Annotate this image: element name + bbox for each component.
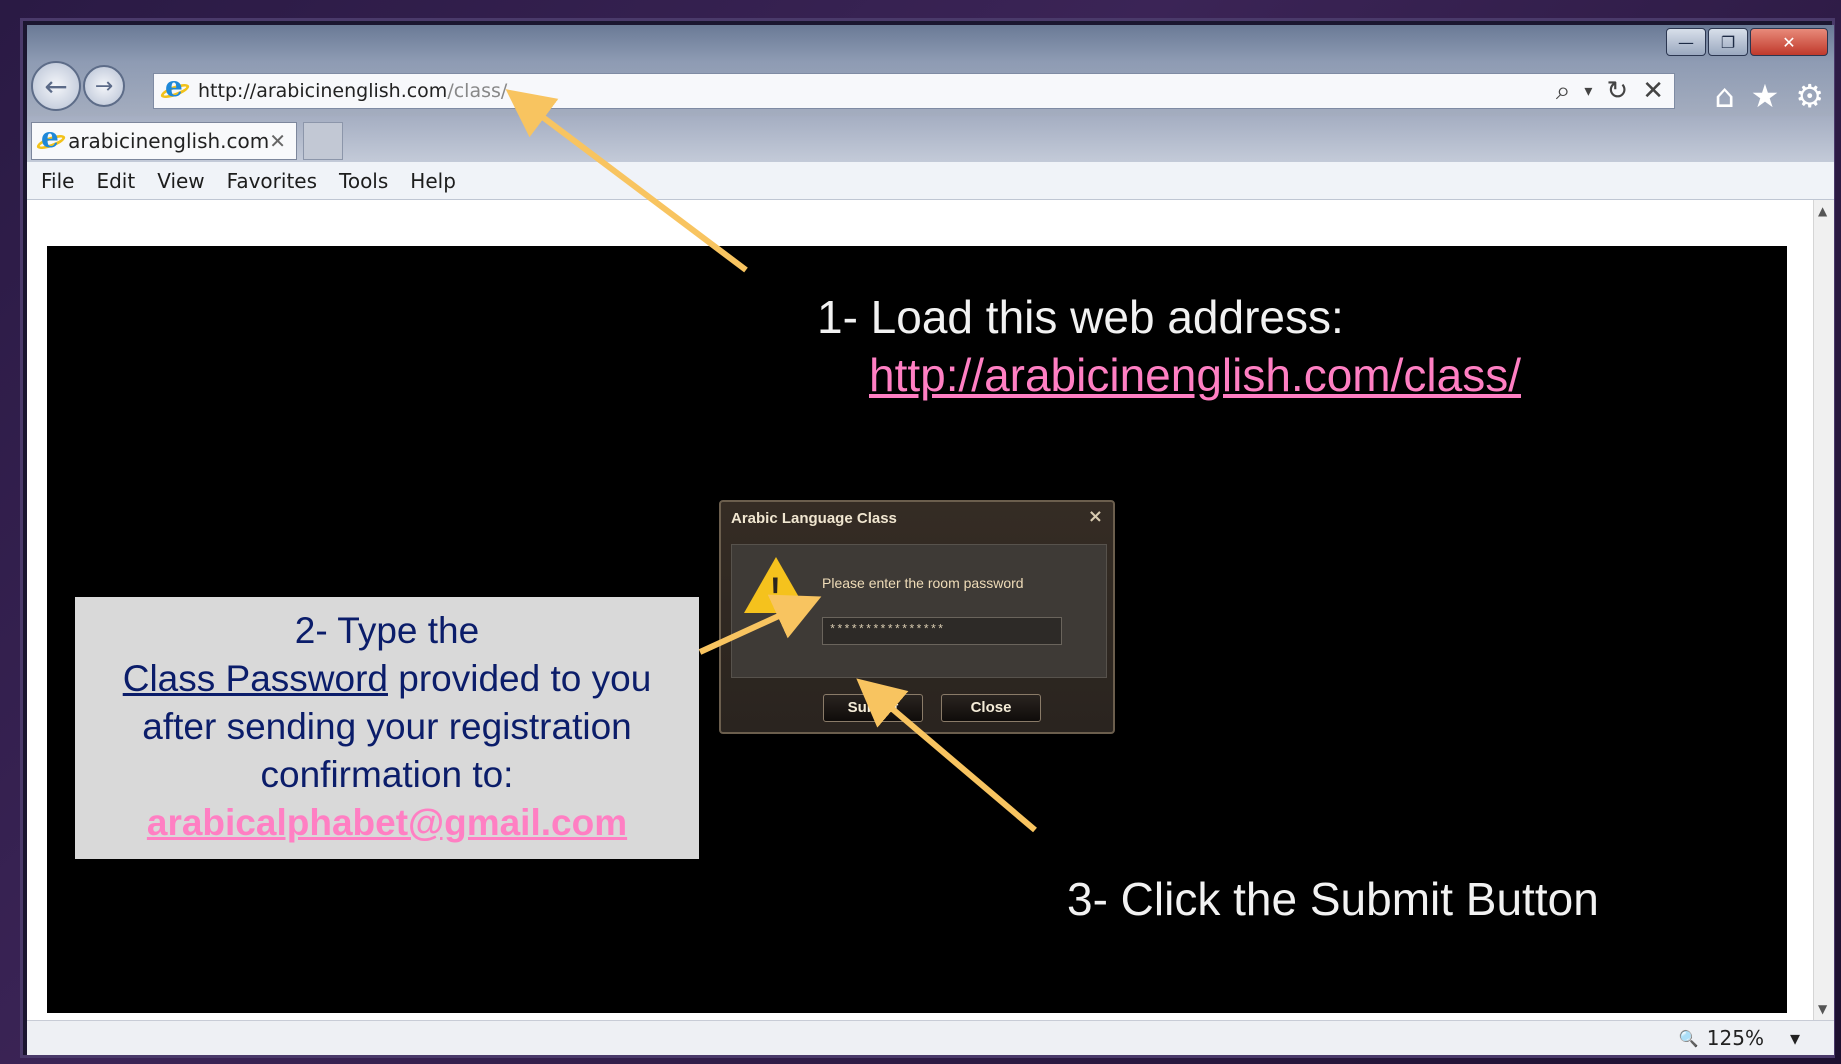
dialog-close-icon[interactable]: × [1088,506,1103,527]
dialog-message: Please enter the room password [822,575,1024,591]
tab-close-icon[interactable]: ✕ [269,129,286,153]
zoom-icon: 🔍 [1678,1028,1699,1048]
browser-toolbar: — ❐ ✕ ← → e http://arabicinenglish.com /… [27,25,1834,116]
window-controls: — ❐ ✕ [1666,28,1828,56]
vertical-scrollbar[interactable]: ▲ ▼ [1813,200,1834,1020]
new-tab-button[interactable] [303,122,343,160]
internet-explorer-icon: e [159,70,191,106]
menu-tools[interactable]: Tools [339,169,388,193]
zoom-dropdown-icon[interactable]: ▾ [1790,1026,1800,1050]
search-icon[interactable]: ⌕ [1556,78,1571,104]
home-icon[interactable]: ⌂ [1714,77,1734,115]
close-window-button[interactable]: ✕ [1750,28,1828,56]
page-content: 1- Load this web address: http://arabici… [27,200,1834,1020]
back-button[interactable]: ← [31,61,81,111]
favorites-star-icon[interactable]: ★ [1751,77,1780,115]
instruction-slide: 1- Load this web address: http://arabici… [47,246,1787,1013]
step3-text: 3- Click the Submit Button [1067,873,1599,925]
scroll-up-icon[interactable]: ▲ [1818,204,1827,218]
step2-line2: provided to you [387,658,652,699]
step2-line2-wrap: Class Password provided to you [75,655,699,703]
refresh-icon[interactable]: ↻ [1606,78,1628,104]
forward-arrow-icon: → [94,73,114,99]
command-icons: ⌂ ★ ⚙ [1714,77,1824,115]
search-dropdown-icon[interactable]: ▾ [1584,83,1592,99]
restore-button[interactable]: ❐ [1708,28,1748,56]
menu-file[interactable]: File [41,169,74,193]
menu-favorites[interactable]: Favorites [227,169,317,193]
status-bar: 🔍 125% ▾ [27,1020,1834,1055]
zoom-level: 125% [1706,1026,1764,1050]
step2-line1: 2- Type the [294,610,480,651]
browser-window: — ❐ ✕ ← → e http://arabicinenglish.com /… [27,25,1834,1055]
email-link[interactable]: arabicalphabet@gmail.com [75,799,699,847]
tab-favicon-icon: e [35,121,67,155]
address-bar[interactable]: e http://arabicinenglish.com /class/ ⌕ ▾… [153,70,1675,109]
dialog-close-button[interactable]: Close [941,694,1041,722]
password-dialog: Arabic Language Class × ! Please enter t… [719,500,1115,734]
password-input[interactable]: **************** [822,617,1062,645]
browser-tab[interactable]: e arabicinenglish.com ✕ [31,121,297,160]
step2-line3: after sending your registration [142,706,632,747]
tab-bar: e arabicinenglish.com ✕ [27,116,1834,162]
dialog-title: Arabic Language Class [731,510,897,527]
step1-text: 1- Load this web address: [817,291,1344,343]
scroll-down-icon[interactable]: ▼ [1818,1002,1827,1016]
submit-button[interactable]: Submit [823,694,923,722]
tools-gear-icon[interactable]: ⚙ [1795,77,1824,115]
back-arrow-icon: ← [44,69,68,103]
address-url-host: http://arabicinenglish.com [198,80,448,102]
dialog-body: ! Please enter the room password *******… [731,544,1107,678]
minimize-button[interactable]: — [1666,28,1706,56]
step1-link[interactable]: http://arabicinenglish.com/class/ [869,348,1521,402]
step2-note: 2- Type the Class Password provided to y… [75,597,699,859]
forward-button[interactable]: → [83,65,125,107]
menu-view[interactable]: View [157,169,204,193]
menu-edit[interactable]: Edit [96,169,135,193]
menu-bar: File Edit View Favorites Tools Help [27,162,1834,200]
menu-help[interactable]: Help [410,169,456,193]
step2-line4: confirmation to: [260,754,514,795]
zoom-control[interactable]: 🔍 125% ▾ [1679,1026,1800,1050]
tab-title: arabicinenglish.com [68,129,270,153]
class-password-link[interactable]: Class Password [123,658,388,699]
address-tools: ⌕ ▾ ↻ ✕ [1556,78,1674,104]
stop-icon[interactable]: ✕ [1642,78,1664,104]
address-url-path: /class/ [447,80,508,102]
